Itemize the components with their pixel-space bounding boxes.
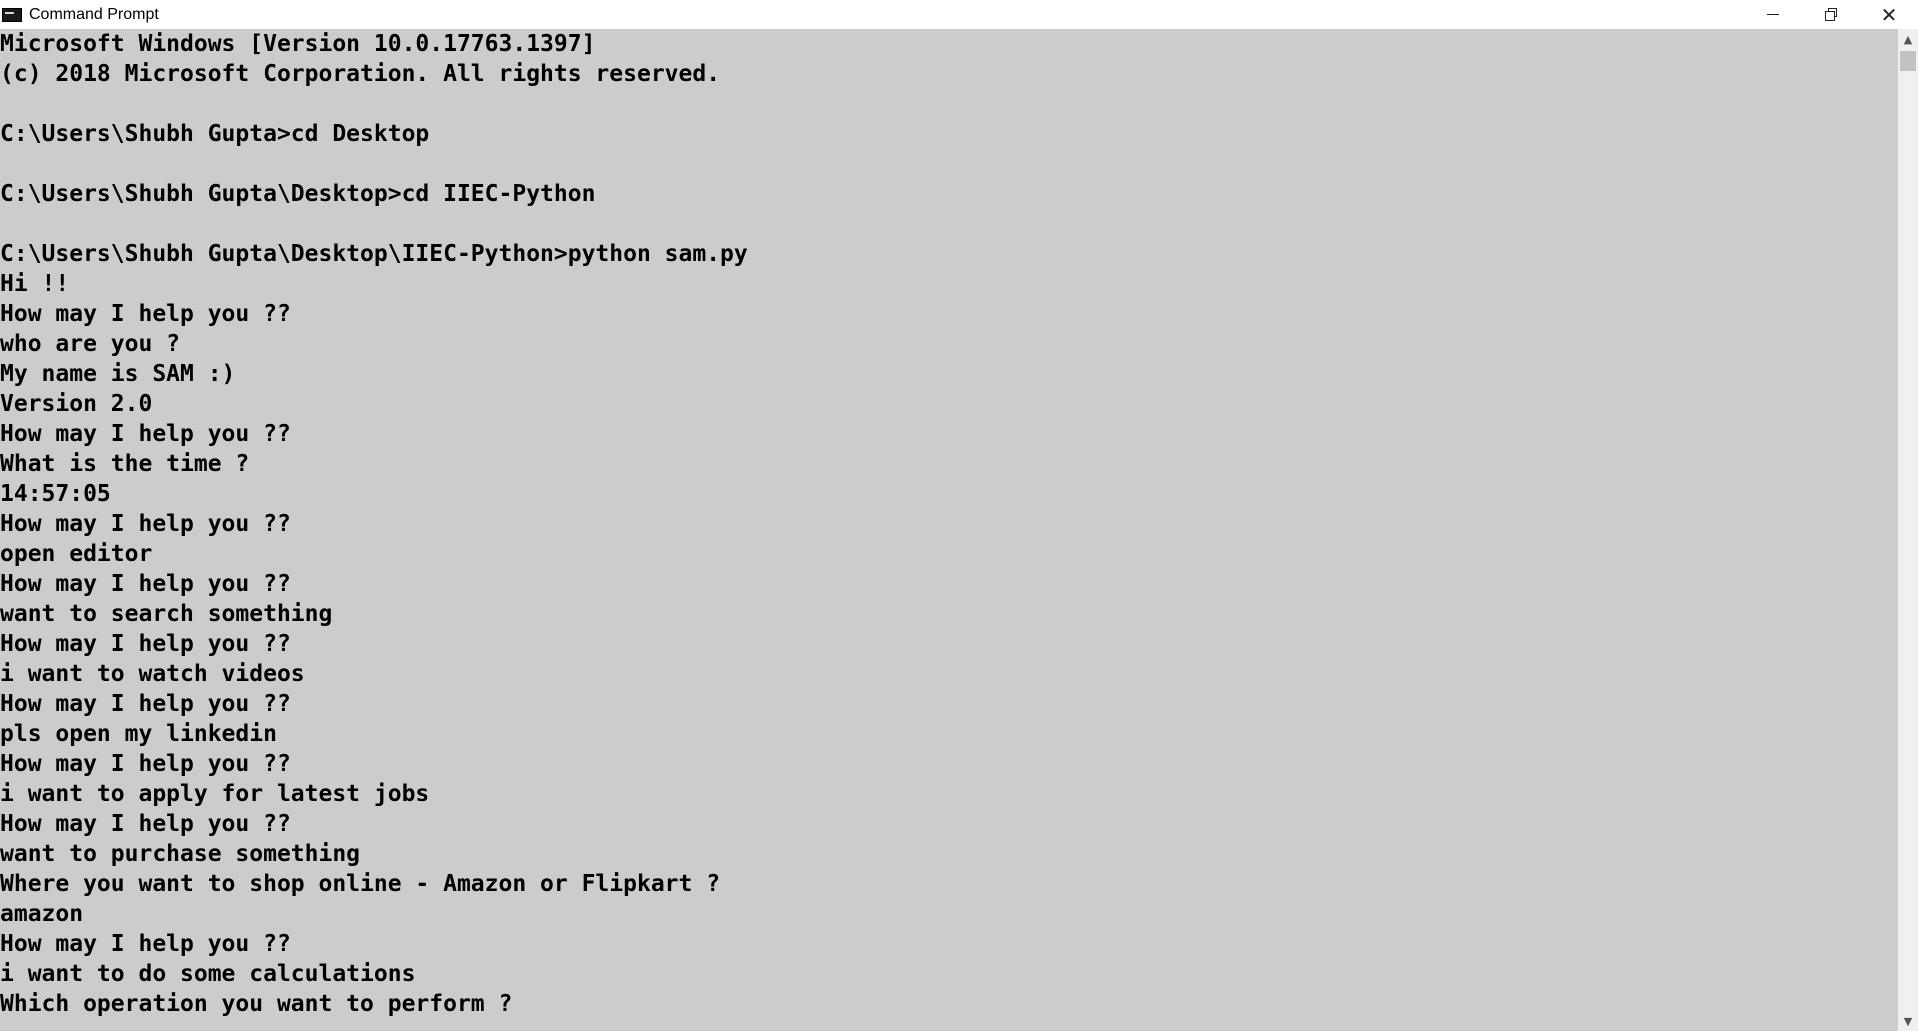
- console-line: Version 2.0: [0, 391, 153, 417]
- title-bar[interactable]: Command Prompt ✕: [0, 0, 1918, 29]
- console-line: What is the time ?: [0, 451, 250, 477]
- console-line: 14:57:05: [0, 481, 111, 507]
- console-output[interactable]: Microsoft Windows [Version 10.0.17763.13…: [0, 29, 1898, 1031]
- command-prompt-window: Command Prompt ✕ Microsoft Windows [Vers…: [0, 0, 1918, 1031]
- scroll-up-button[interactable]: ▲: [1898, 29, 1918, 49]
- minimize-button[interactable]: [1744, 0, 1802, 29]
- console-line: who are you ?: [0, 331, 181, 357]
- console-line: pls open my linkedin: [0, 721, 277, 747]
- console-line: Where you want to shop online - Amazon o…: [0, 871, 721, 897]
- console-line: Microsoft Windows [Version 10.0.17763.13…: [0, 31, 596, 57]
- scroll-up-arrow-icon: ▲: [1903, 32, 1913, 46]
- console-line: open editor: [0, 541, 153, 567]
- console-line: Which operation you want to perform ?: [0, 991, 513, 1017]
- restore-icon: [1824, 8, 1838, 21]
- minimize-icon: [1767, 14, 1779, 15]
- console-line: C:\Users\Shubh Gupta\Desktop>cd IIEC-Pyt…: [0, 181, 596, 207]
- console-line: How may I help you ??: [0, 511, 291, 537]
- console-line: How may I help you ??: [0, 301, 291, 327]
- window-title: Command Prompt: [29, 5, 159, 23]
- close-button[interactable]: ✕: [1860, 0, 1918, 29]
- scrollbar-thumb[interactable]: [1900, 51, 1916, 71]
- console-line: C:\Users\Shubh Gupta\Desktop\IIEC-Python…: [0, 241, 748, 267]
- close-icon: ✕: [1880, 2, 1898, 27]
- console-line: C:\Users\Shubh Gupta>cd Desktop: [0, 121, 430, 147]
- console-line: i want to apply for latest jobs: [0, 781, 430, 807]
- console-line: How may I help you ??: [0, 931, 291, 957]
- console-line: i want to do some calculations: [0, 961, 416, 987]
- scroll-down-button[interactable]: ▼: [1898, 1011, 1918, 1031]
- console-line: How may I help you ??: [0, 751, 291, 777]
- cmd-app-icon[interactable]: [2, 7, 22, 22]
- vertical-scrollbar[interactable]: ▲ ▼: [1898, 29, 1918, 1031]
- console-line: i want to watch videos: [0, 661, 305, 687]
- console-line: (c) 2018 Microsoft Corporation. All righ…: [0, 61, 721, 87]
- console-line: How may I help you ??: [0, 631, 291, 657]
- console-line: How may I help you ??: [0, 571, 291, 597]
- console-line: My name is SAM :): [0, 361, 236, 387]
- console-line: How may I help you ??: [0, 811, 291, 837]
- console-line: amazon: [0, 901, 84, 927]
- restore-button[interactable]: [1802, 0, 1860, 29]
- scroll-down-arrow-icon: ▼: [1903, 1014, 1913, 1028]
- console-line: Hi !!: [0, 271, 70, 297]
- console-line: How may I help you ??: [0, 421, 291, 447]
- console-line: want to search something: [0, 601, 333, 627]
- console-line: want to purchase something: [0, 841, 361, 867]
- console-line: How may I help you ??: [0, 691, 291, 717]
